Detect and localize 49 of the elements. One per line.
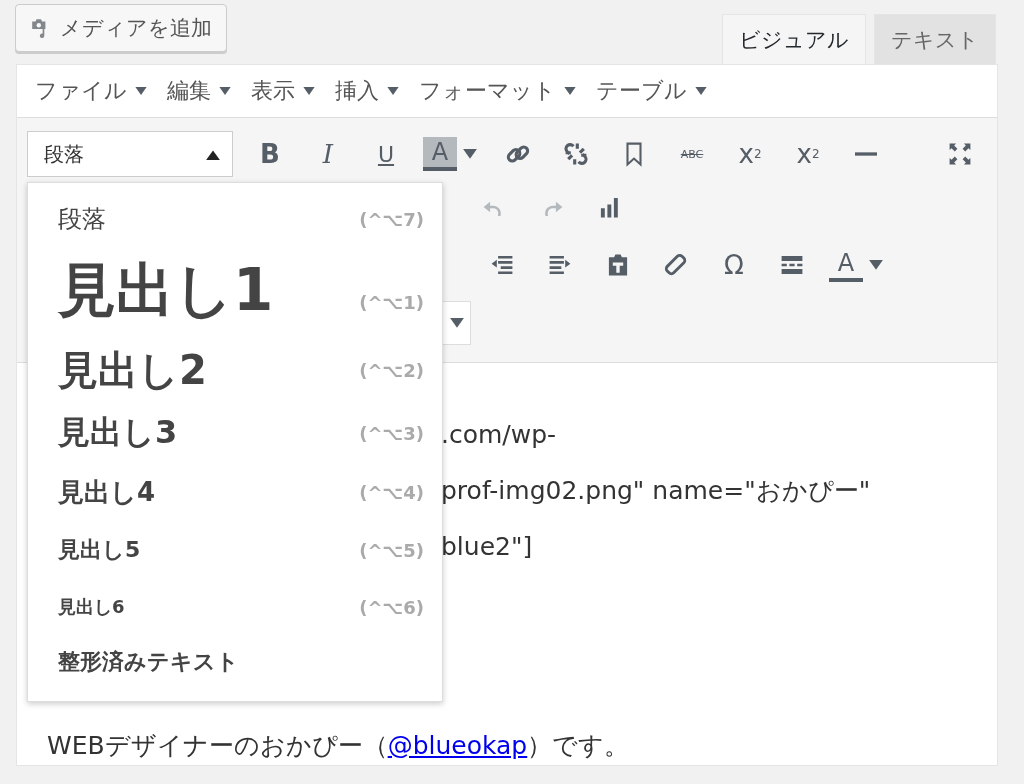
fullscreen-icon [947, 141, 973, 167]
editor-tab[interactable]: ビジュアル [722, 14, 866, 64]
caret-icon [564, 86, 576, 96]
caret-icon[interactable] [869, 259, 883, 271]
format-menu-item[interactable]: 見出し6 (^⌥6) [28, 579, 442, 635]
format-menu-item[interactable]: 見出し3 (^⌥3) [28, 403, 442, 463]
menu-button[interactable]: フォーマット [409, 76, 586, 106]
paragraph-text: WEBデザイナーのおかぴー（@blueokap）です。 [47, 730, 630, 762]
format-menu-item[interactable]: 整形済みテキスト [28, 635, 442, 689]
special-character-button[interactable]: Ω [713, 244, 755, 286]
italic-button[interactable]: I [307, 133, 349, 175]
caret-icon [695, 86, 707, 96]
code-text: blue2"] [441, 531, 534, 563]
caret-icon [387, 86, 399, 96]
eraser-icon [663, 252, 689, 278]
menu-button[interactable]: ファイル [25, 76, 157, 106]
format-menu-item[interactable]: 見出し2 (^⌥2) [28, 337, 442, 403]
caret-icon [450, 317, 464, 329]
shortcut-text: (^⌥7) [359, 208, 424, 230]
shortcut-text: (^⌥4) [359, 481, 424, 503]
caret-icon [219, 86, 231, 96]
format-menu-item[interactable]: 見出し4 (^⌥4) [28, 463, 442, 521]
menu-button[interactable]: 編集 [157, 76, 241, 106]
menu-button[interactable]: 表示 [241, 76, 325, 106]
format-menu-item[interactable]: 段落 (^⌥7) [28, 193, 442, 245]
shortcut-text: (^⌥5) [359, 539, 424, 561]
shortcut-text: (^⌥6) [359, 596, 424, 618]
menu-button[interactable]: テーブル [586, 76, 717, 106]
format-select[interactable]: 段落 [27, 131, 233, 177]
bold-button[interactable]: B [249, 133, 291, 175]
profile-link[interactable]: @blueokap [387, 731, 528, 760]
caret-icon [303, 86, 315, 96]
shortcut-text: (^⌥1) [359, 291, 424, 313]
shortcut-text: (^⌥3) [359, 422, 424, 444]
editor-tab[interactable]: テキスト [874, 14, 996, 64]
shortcut-text: (^⌥2) [359, 359, 424, 381]
code-text: prof-img02.png" name="おかぴー" [441, 475, 872, 507]
menu-button[interactable]: 挿入 [325, 76, 409, 106]
broken-link-icon [563, 141, 589, 167]
text-color-button[interactable]: A [829, 248, 863, 282]
superscript-button[interactable]: x$^{2}$ [787, 133, 829, 175]
strikethrough-button[interactable]: ABC [671, 133, 713, 175]
caret-icon [135, 86, 147, 96]
format-menu-item[interactable]: 見出し5 (^⌥5) [28, 521, 442, 579]
format-menu-item[interactable]: 見出し1 (^⌥1) [28, 245, 442, 337]
underline-button[interactable]: U [365, 133, 407, 175]
caret-icon[interactable] [463, 148, 477, 160]
code-text: .com/wp- [441, 419, 558, 451]
add-media-button[interactable]: メディアを追加 [15, 4, 227, 52]
